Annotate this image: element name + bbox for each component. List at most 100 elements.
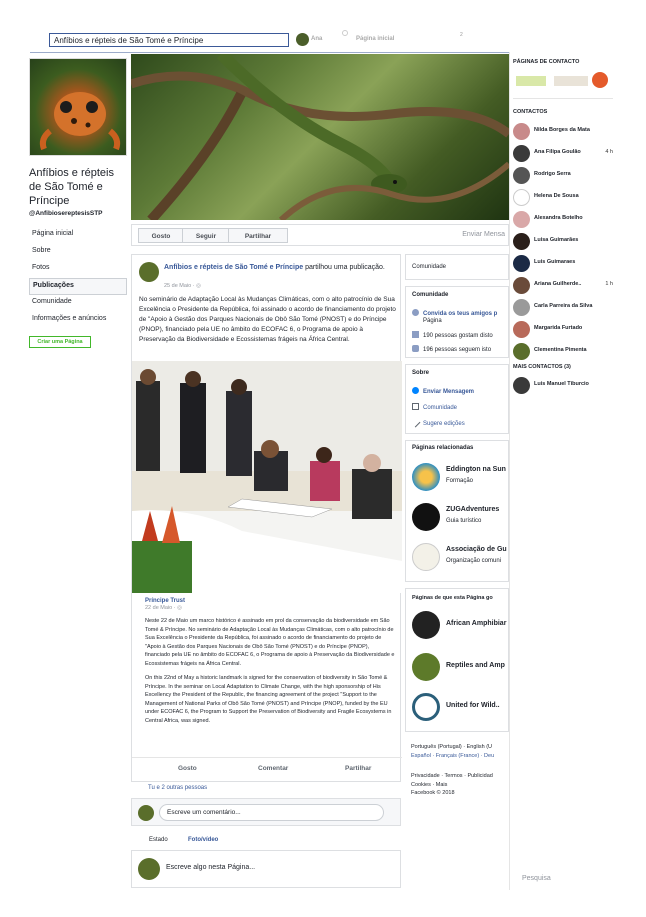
- contact-page-logo[interactable]: [592, 72, 608, 88]
- shared-author-link[interactable]: Príncipe Trust: [145, 598, 395, 604]
- avatar: [513, 377, 530, 394]
- nav-item-about[interactable]: Sobre: [29, 244, 127, 261]
- contact-name: Margarida Furtado: [534, 325, 583, 331]
- comment-input[interactable]: Escreve um comentário...: [159, 804, 384, 821]
- chat-search-input[interactable]: Pesquisa: [522, 875, 551, 882]
- avatar: [513, 145, 530, 162]
- contact-item[interactable]: Nilda Borges da Mata: [513, 122, 617, 140]
- liked-page-item[interactable]: African Amphibiar: [412, 607, 510, 647]
- liked-page-name: United for Wild..: [446, 702, 500, 709]
- nav-item-info-ads[interactable]: Informações e anúncios: [29, 312, 127, 329]
- post-author-link[interactable]: Anfíbios e répteis de São Tomé e Príncip…: [164, 264, 303, 271]
- contact-item[interactable]: Luisa Guimarães: [513, 232, 617, 250]
- user-name-link[interactable]: Ana: [311, 36, 322, 42]
- composer-avatar: [138, 858, 160, 880]
- share-button[interactable]: Partilhar: [345, 765, 371, 772]
- contact-time: 1 h: [605, 281, 613, 287]
- contact-item[interactable]: Clementina Pimenta: [513, 342, 617, 360]
- related-page-item[interactable]: ZUGAdventures Guia turístico: [412, 499, 510, 539]
- post-timestamp[interactable]: 25 de Maio · ◎: [164, 283, 201, 289]
- contacts-title: CONTACTOS: [513, 109, 548, 115]
- share-page-button[interactable]: Partilhar: [228, 228, 288, 243]
- related-page-avatar: [412, 463, 440, 491]
- about-community-link[interactable]: Comunidade: [412, 403, 457, 411]
- footer-line-2[interactable]: Cookies · Mais: [411, 781, 509, 790]
- follow-button[interactable]: Seguir: [182, 228, 230, 243]
- contact-name: Luisa Guimarães: [534, 237, 579, 243]
- post-author-avatar[interactable]: [139, 262, 159, 282]
- post-photo[interactable]: [132, 361, 402, 593]
- chat-sidebar: PÁGINAS DE CONTACTO CONTACTOS Nilda Borg…: [509, 52, 616, 890]
- liked-page-name: African Amphibiar: [446, 620, 507, 627]
- contact-page-logo[interactable]: [554, 76, 588, 86]
- invite-sub: Página: [423, 318, 442, 324]
- search-input[interactable]: Anfíbios e répteis de São Tomé e Príncip…: [49, 33, 289, 47]
- contact-item[interactable]: Ana Filipa Goulão 4 h: [513, 144, 617, 162]
- contact-item[interactable]: Helena De Sousa: [513, 188, 617, 206]
- contact-item[interactable]: Ariana Guilherde.. 1 h: [513, 276, 617, 294]
- contact-name: Ana Filipa Goulão: [534, 149, 581, 155]
- likes-summary[interactable]: Tu e 2 outras pessoas: [148, 785, 207, 791]
- tab-photo-video[interactable]: Foto/vídeo: [188, 837, 218, 843]
- more-contacts-title: MAIS CONTACTOS (3): [513, 364, 571, 370]
- contact-name: Carla Parreira da Silva: [534, 303, 593, 309]
- contact-name: Ariana Guilherde..: [534, 281, 582, 287]
- liked-page-item[interactable]: United for Wild..: [412, 689, 510, 729]
- comment-button[interactable]: Comentar: [258, 765, 288, 772]
- contact-item[interactable]: Carla Parreira da Silva: [513, 298, 617, 316]
- related-page-name: ZUGAdventures: [446, 506, 500, 513]
- page-handle[interactable]: @AnfibiosereptesisSTP: [29, 210, 103, 217]
- related-page-avatar: [412, 543, 440, 571]
- send-message-button[interactable]: Enviar Mensa: [462, 231, 505, 238]
- avatar: [513, 277, 530, 294]
- like-page-button[interactable]: Gosto: [138, 228, 184, 243]
- shared-timestamp[interactable]: 22 de Maio · ◎: [145, 605, 395, 611]
- contact-item[interactable]: Alexandra Botelho: [513, 210, 617, 228]
- send-message-label: Enviar Mensagem: [423, 389, 475, 395]
- language-links[interactable]: Português (Portugal) · English (U Españo…: [411, 743, 509, 761]
- follow-icon: [412, 345, 419, 352]
- cover-photo[interactable]: [131, 54, 509, 220]
- avatar: [513, 255, 530, 272]
- suggest-edits-link[interactable]: Sugere edições: [410, 417, 465, 428]
- related-page-item[interactable]: Eddington na Sun Formação: [412, 459, 510, 499]
- nav-item-home[interactable]: Página inicial: [29, 227, 127, 244]
- contact-item[interactable]: Luis Manuel Tiburcio: [513, 376, 617, 394]
- nav-item-community[interactable]: Comunidade: [29, 295, 127, 312]
- page-action-bar: Gosto Seguir Partilhar Enviar Mensa: [131, 224, 509, 246]
- invite-label: Convida os teus amigos p: [423, 311, 498, 317]
- footer-line-1[interactable]: Privacidade · Termos · Publicidad: [411, 772, 509, 781]
- liked-page-item[interactable]: Reptiles and Amp: [412, 649, 510, 689]
- copyright: Facebook © 2018: [411, 790, 455, 796]
- contact-item[interactable]: Rodrigo Serra: [513, 166, 617, 184]
- user-avatar[interactable]: [296, 33, 309, 46]
- nav-item-posts[interactable]: Publicações: [29, 278, 127, 295]
- post-header: Anfíbios e répteis de São Tomé e Príncip…: [164, 263, 396, 272]
- related-page-item[interactable]: Associação de Gu Organização comuni: [412, 539, 510, 579]
- related-page-name: Eddington na Sun: [446, 466, 506, 473]
- post-card: Anfíbios e répteis de São Tomé e Príncip…: [131, 254, 402, 782]
- contact-item[interactable]: Luis Guimaraes: [513, 254, 617, 272]
- tab-status[interactable]: Estado: [149, 837, 168, 843]
- nav-item-photos[interactable]: Fotos: [29, 261, 127, 278]
- home-link[interactable]: Página inicial: [356, 36, 394, 42]
- contact-item[interactable]: Margarida Furtado: [513, 320, 617, 338]
- page-profile-photo[interactable]: [29, 58, 127, 156]
- post-actions: Gosto Comentar Partilhar: [132, 757, 402, 779]
- language-line-1[interactable]: Português (Portugal) · English (U: [411, 743, 509, 752]
- community-label[interactable]: Comunidade: [412, 264, 446, 270]
- send-message-link[interactable]: Enviar Mensagem: [412, 387, 474, 395]
- invite-friends-link[interactable]: Convida os teus amigos p: [412, 309, 497, 317]
- language-line-2[interactable]: Español · Français (France) · Deu: [411, 752, 509, 761]
- avatar: [513, 233, 530, 250]
- shared-text-pt: Neste 22 de Maio um marco histórico é as…: [145, 618, 395, 667]
- like-button[interactable]: Gosto: [178, 765, 197, 772]
- avatar: [513, 299, 530, 316]
- avatar: [513, 211, 530, 228]
- contact-page-logo[interactable]: [516, 76, 546, 86]
- composer-input[interactable]: Escreve algo nesta Página...: [166, 864, 255, 871]
- page-icon: [412, 403, 419, 410]
- composer: Escreve algo nesta Página...: [131, 850, 401, 888]
- contact-pages-title: PÁGINAS DE CONTACTO: [513, 59, 580, 65]
- create-page-button[interactable]: Criar uma Página: [29, 336, 91, 348]
